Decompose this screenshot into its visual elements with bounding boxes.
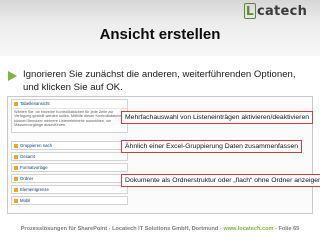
section-header: Gesamt: [12, 153, 127, 161]
section-label: Ordner: [20, 176, 34, 181]
callout-grouping: Ähnlich einer Excel-Gruppierung Daten zu…: [121, 140, 303, 153]
expand-icon[interactable]: [14, 154, 18, 159]
settings-section-tabular-view[interactable]: Tabellenansicht Wählen Sie, ob einzelne …: [11, 99, 128, 133]
section-header: Gruppieren nach: [12, 142, 127, 150]
section-description: Wählen Sie, ob einzelne Kontrollkästchen…: [14, 109, 124, 128]
section-label: Formatvorlage: [20, 165, 48, 170]
section-label: Mobil: [20, 198, 31, 203]
slide-footer: Prozesslösungen für SharePoint - Locatec…: [0, 226, 320, 232]
expand-icon[interactable]: [14, 198, 18, 203]
callout-folders: Dokumente als Ordnerstruktur oder „flach…: [121, 174, 320, 187]
slide-title: Ansicht erstellen: [99, 26, 221, 43]
settings-section-mobile[interactable]: Mobil: [11, 196, 128, 205]
section-label: Tabellenansicht: [20, 101, 50, 106]
logo-rest: catech: [256, 4, 308, 19]
triangle-bullet-icon: [8, 71, 17, 81]
section-label: Gesamt: [20, 154, 36, 159]
collapse-icon[interactable]: [14, 101, 18, 106]
callout-multiselect: Mehrfachauswahl von Listeneinträgen akti…: [121, 111, 314, 124]
bullet-line-1: Ignorieren Sie zunächst die anderen, wei…: [23, 69, 296, 80]
section-label: Gruppieren nach: [20, 143, 53, 148]
logo-letter-box: L: [244, 3, 256, 19]
expand-icon[interactable]: [14, 143, 18, 148]
section-header: Elementgrenze: [12, 186, 127, 194]
settings-section-item-limit[interactable]: Elementgrenze: [11, 185, 128, 194]
section-header: Mobil: [12, 197, 127, 205]
settings-section-folders[interactable]: Ordner: [11, 174, 128, 183]
settings-section-group-by[interactable]: Gruppieren nach: [11, 141, 128, 150]
section-header: Tabellenansicht: [12, 100, 127, 109]
expand-icon[interactable]: [14, 176, 18, 181]
footer-page-number: - Folie 65: [273, 226, 300, 232]
footer-text: Prozesslösungen für SharePoint - Locatec…: [20, 226, 224, 232]
view-settings-panel: Tabellenansicht Wählen Sie, ob einzelne …: [7, 96, 320, 214]
section-label: Elementgrenze: [20, 187, 49, 192]
section-header: Formatvorlage: [12, 164, 127, 172]
bullet-text: Ignorieren Sie zunächst die anderen, wei…: [23, 69, 313, 94]
settings-section-totals[interactable]: Gesamt: [11, 152, 128, 161]
footer-url: www.locatech.com: [223, 226, 274, 232]
locatech-logo: Lcatech: [244, 3, 316, 23]
expand-icon[interactable]: [14, 187, 18, 192]
section-header: Ordner: [12, 175, 127, 183]
expand-icon[interactable]: [14, 165, 18, 170]
settings-section-style[interactable]: Formatvorlage: [11, 163, 128, 172]
bullet-line-2: und klicken Sie auf OK.: [23, 81, 123, 93]
